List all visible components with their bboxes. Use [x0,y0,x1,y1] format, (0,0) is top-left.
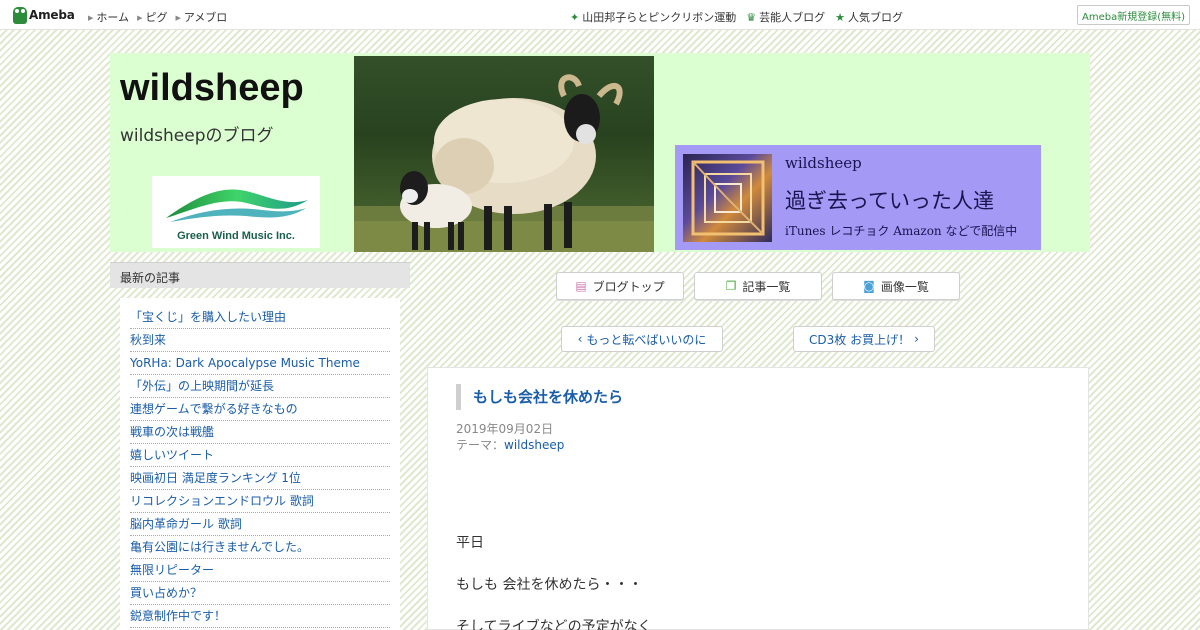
recent-post-link[interactable]: 「宝くじ」を購入したい理由 [130,306,390,329]
album-art [683,154,772,242]
recent-post-link[interactable]: リコレクションエンドロウル 歌詞 [130,490,390,513]
theme-label: テーマ： [456,438,505,452]
crown-icon: ♛ [746,11,757,24]
popular-blog-link[interactable]: ★ 人気ブログ [835,9,903,25]
sparkle-icon: ✦ [570,11,580,24]
promo-artist: wildsheep [785,154,862,172]
recent-posts-heading: 最新の記事 [110,262,410,288]
pink-ribbon-link[interactable]: ✦ 山田邦子らとピンクリボン運動 [570,9,736,25]
ameba-logo[interactable]: Ameba [13,6,75,24]
recent-post-link[interactable]: 連想ゲームで繋がる好きなもの [130,398,390,421]
article-date: 2019年09月02日 [456,422,554,436]
sidebar: 最新の記事 「宝くじ」を購入したい理由 秋到来 YoRHa: Dark Apoc… [110,262,410,630]
camera-icon: ◙ [863,279,875,293]
recent-post-link[interactable]: 嬉しいツイート [130,444,390,467]
recent-post-link[interactable]: 秋到来 [130,329,390,352]
signup-button[interactable]: Ameba新規登録(無料) [1077,5,1190,25]
article-list-button[interactable]: ❐ 記事一覧 [694,272,822,300]
prev-article-label: もっと転べばいいのに [586,332,707,347]
logo-text: Ameba [29,8,75,22]
nav-pigg-label: ピグ [145,11,168,24]
ameba-frog-icon [13,6,27,24]
chevron-left-icon: ‹ [577,332,583,346]
recent-post-link[interactable]: 亀有公園には行きませんでした。 [130,536,390,559]
recent-post-link[interactable]: 戦車の次は戦艦 [130,421,390,444]
chevron-right-icon: › [914,332,919,346]
theme-link[interactable]: wildsheep [504,438,564,452]
blog-title[interactable]: wildsheep [120,67,304,110]
article: もしも会社を休めたら 2019年09月02日 テーマ：wildsheep 平日 … [427,367,1089,630]
logo-caption: Green Wind Music Inc. [177,230,295,242]
global-nav-right: ✦ 山田邦子らとピンクリボン運動 ♛ 芸能人ブログ ★ 人気ブログ [570,9,903,25]
recent-post-link[interactable]: 鋭意制作中です！ [130,605,390,628]
pink-ribbon-label: 山田邦子らとピンクリボン運動 [582,11,737,24]
star-icon: ★ [835,11,845,24]
staircase-art [691,160,765,236]
promo-song-title: 過ぎ去っていった人達 [785,189,994,213]
pages-icon: ❐ [725,279,737,293]
popular-blog-label: 人気ブログ [848,11,903,24]
image-list-label: 画像一覧 [880,279,929,294]
article-title[interactable]: もしも会社を休めたら [456,384,623,410]
recent-posts-list: 「宝くじ」を購入したい理由 秋到来 YoRHa: Dark Apocalypse… [120,298,400,630]
triangle-right-icon: ▶ [175,14,181,22]
global-nav-left: ▶ ホーム ▶ ピグ ▶ アメブロ [88,9,227,25]
celebrity-blog-link[interactable]: ♛ 芸能人ブログ [746,9,825,25]
recent-post-link[interactable]: 脳内革命ガール 歌詞 [130,513,390,536]
nav-ameblo-link[interactable]: ▶ アメブロ [175,9,227,25]
nav-ameblo-label: アメブロ [183,11,228,24]
promo-banner[interactable]: wildsheep 過ぎ去っていった人達 iTunes レコチョク Amazon… [675,145,1041,250]
blog-top-button[interactable]: ▤ ブログトップ [556,272,684,300]
triangle-right-icon: ▶ [88,14,94,22]
image-list-button[interactable]: ◙ 画像一覧 [832,272,960,300]
triangle-right-icon: ▶ [137,14,143,22]
blog-description: wildsheepのブログ [120,126,274,146]
sheep-photo [354,56,654,252]
promo-subtitle: iTunes レコチョク Amazon などで配信中 [785,224,1018,238]
recent-post-link[interactable]: 映画初日 満足度ランキング 1位 [130,467,390,490]
article-list-label: 記事一覧 [742,279,791,294]
green-wind-logo: Green Wind Music Inc. [152,176,320,248]
prev-article-link[interactable]: ‹ もっと転べばいいのに [561,326,723,352]
article-paragraph: 平日 [456,535,484,551]
article-paragraph: そしてライブなどの予定がなく [456,619,652,630]
celebrity-blog-label: 芸能人ブログ [759,11,826,24]
nav-pigg-link[interactable]: ▶ ピグ [137,9,167,25]
article-paragraph: もしも 会社を休めたら・・・ [456,577,643,593]
global-header: Ameba ▶ ホーム ▶ ピグ ▶ アメブロ ✦ 山田邦子らとピンクリボン運動 ♛ 芸能… [0,0,1200,30]
nav-home-label: ホーム [96,11,130,24]
recent-post-link[interactable]: 「外伝」の上映期間が延長 [130,375,390,398]
blog-top-label: ブログトップ [592,279,665,294]
recent-post-link[interactable]: 無限リピーター [130,559,390,582]
recent-post-link[interactable]: 買い占めか？ [130,582,390,605]
article-theme: テーマ：wildsheep [456,436,564,453]
sheep-illustration [354,74,654,252]
recent-post-link[interactable]: YoRHa: Dark Apocalypse Music Theme [130,352,390,375]
next-article-link[interactable]: CD3枚 お買上げ！ › [793,326,935,352]
blog-header: wildsheep wildsheepのブログ Green Wind Music… [110,53,1090,252]
document-icon: ▤ [575,279,587,293]
next-article-label: CD3枚 お買上げ！ [809,332,911,347]
nav-home-link[interactable]: ▶ ホーム [88,9,129,25]
